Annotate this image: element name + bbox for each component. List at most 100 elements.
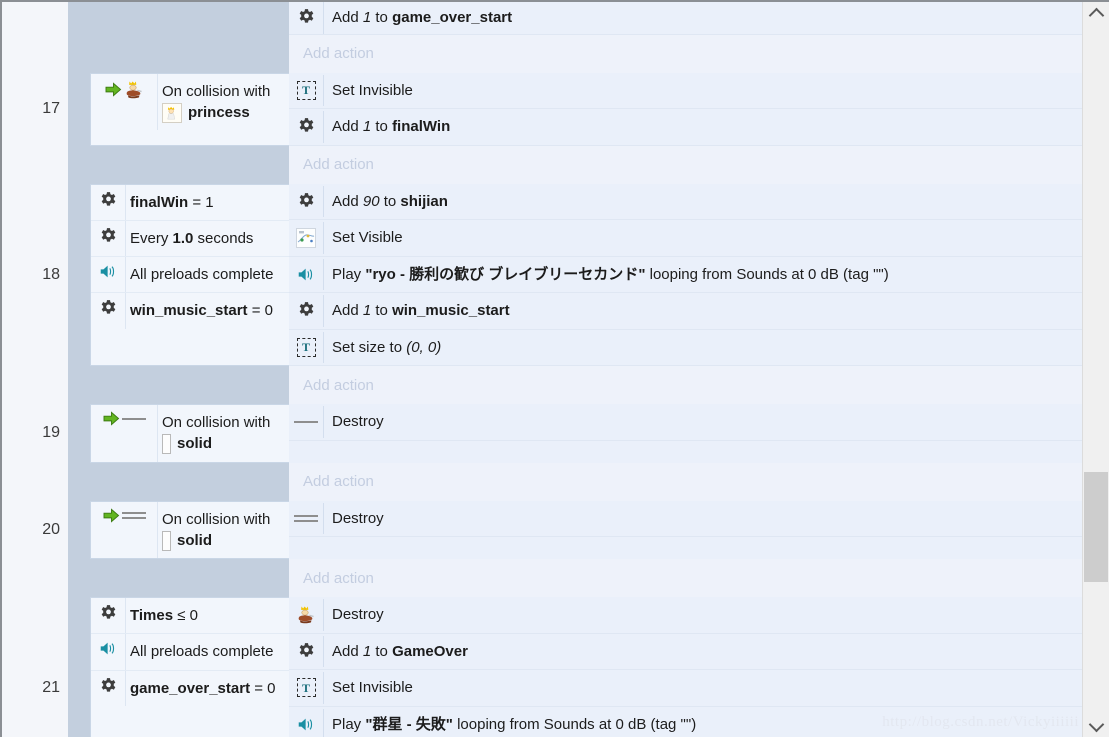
condition-icon-cell: [91, 74, 157, 100]
action-icon-cell: T: [289, 337, 323, 357]
action-label: Destroy: [323, 406, 1083, 438]
action-icon-cell: [289, 605, 323, 625]
arrow-icon: [103, 411, 119, 426]
condition-label: On collision with princess: [157, 73, 289, 131]
event-band: [68, 72, 90, 146]
condition-row[interactable]: On collision with solid: [91, 501, 289, 559]
event-sheet-window: Add 1 to game_over_start Add action 17 On c…: [0, 0, 1109, 737]
add-action-placeholder[interactable]: Add action: [289, 34, 1083, 73]
condition-icon-cell: [91, 405, 157, 426]
action-row[interactable]: Destroy: [289, 500, 1083, 538]
action-text: Add 1 to win_music_start: [332, 302, 510, 319]
condition-row[interactable]: win_music_start = 0: [91, 293, 289, 329]
condition-label: finalWin = 1: [125, 184, 289, 220]
gear-icon: [299, 118, 313, 132]
action-icon-cell: [289, 716, 323, 733]
condition-icon-pair: [105, 80, 144, 100]
event-block[interactable]: 17 On collision with princess T Set Invisibl…: [2, 72, 1083, 146]
arrow-icon: [103, 507, 119, 523]
scroll-up-arrow-icon[interactable]: [1083, 2, 1109, 24]
event-block[interactable]: 19 On collision with solid Destroy: [2, 404, 1083, 463]
event-number-gutter: 20: [2, 500, 68, 560]
condition-row[interactable]: Times ≤ 0: [91, 598, 289, 635]
action-row[interactable]: Destroy: [289, 404, 1083, 441]
add-action-placeholder[interactable]: Add action: [289, 366, 1083, 404]
gear-icon: [299, 302, 313, 316]
add-action-row[interactable]: Add action: [2, 366, 1083, 404]
action-row[interactable]: Add 1 to finalWin: [289, 109, 1083, 146]
condition-row[interactable]: All preloads complete: [91, 257, 289, 294]
variable-name: shijian: [400, 192, 448, 210]
action-text: Add 1 to game_over_start: [332, 9, 513, 26]
action-label: Set Invisible: [323, 672, 1083, 704]
action-text: Set Visible: [332, 229, 403, 246]
event-block[interactable]: 18 finalWin = 1 Every 1.0 seconds All prelo…: [2, 183, 1083, 366]
add-action-row[interactable]: Add action: [2, 462, 1083, 501]
action-icon-cell: [289, 8, 323, 27]
condition-label: On collision with solid: [157, 405, 289, 462]
event-block[interactable]: 20 On collision with solid Destroy: [2, 500, 1083, 560]
condition-param-name: princess: [188, 103, 250, 121]
action-row[interactable]: T Set Invisible: [289, 670, 1083, 707]
event-body: finalWin = 1 Every 1.0 seconds All preload…: [90, 183, 1083, 366]
action-row[interactable]: Add 1 to GameOver: [289, 633, 1083, 671]
action-label: Destroy: [323, 599, 1083, 631]
event-number: 19: [42, 424, 60, 442]
condition-label: All preloads complete: [125, 634, 289, 670]
action-row[interactable]: Add 1 to game_over_start: [289, 2, 1083, 35]
action-row[interactable]: T Set size to (0, 0): [289, 329, 1083, 366]
add-action-row[interactable]: Add action: [2, 559, 1083, 598]
action-label: Play "ryo - 勝利の歓び ブレイブリーセカンド" looping fr…: [323, 258, 1083, 290]
action-label: Set Invisible: [323, 74, 1083, 106]
action-value: 1: [362, 9, 372, 26]
event-number-gutter: 21: [2, 597, 68, 737]
condition-row[interactable]: All preloads complete: [91, 634, 289, 671]
event-block-partial[interactable]: Add 1 to game_over_start: [2, 2, 1083, 35]
line-single-icon: [121, 414, 146, 424]
add-action-placeholder[interactable]: Add action: [289, 559, 1083, 598]
event-band: [68, 462, 289, 501]
action-label: Add 1 to finalWin: [323, 111, 1083, 143]
action-row[interactable]: Play "ryo - 勝利の歓び ブレイブリーセカンド" looping fr…: [289, 256, 1083, 293]
add-action-placeholder[interactable]: Add action: [289, 145, 1083, 184]
condition-variable: finalWin: [130, 193, 189, 211]
action-row[interactable]: Set Visible: [289, 220, 1083, 257]
action-label: Destroy: [323, 502, 1083, 535]
add-action-row[interactable]: Add action: [2, 145, 1083, 184]
event-band: [68, 2, 289, 35]
action-text: Add 90 to shijian: [332, 192, 448, 210]
gear-icon: [101, 191, 115, 206]
condition-row[interactable]: Every 1.0 seconds: [91, 220, 289, 258]
condition-column: Times ≤ 0 All preloads complete game_over_…: [90, 597, 289, 737]
scrollbar-thumb[interactable]: [1084, 472, 1108, 582]
add-action-row[interactable]: Add action: [2, 34, 1083, 73]
condition-row[interactable]: finalWin = 1: [91, 184, 289, 221]
event-band: [68, 597, 90, 737]
condition-icon-cell: [91, 598, 125, 623]
event-block[interactable]: 21 Times ≤ 0 All preloads complete game_ove…: [2, 597, 1083, 737]
add-action-placeholder[interactable]: Add action: [289, 462, 1083, 501]
action-row[interactable]: Destroy: [289, 597, 1083, 634]
condition-param-name: solid: [177, 531, 213, 549]
condition-row[interactable]: On collision with solid: [91, 405, 289, 462]
action-column: Destroy Add 1 to GameOver T Set Invisible Pl…: [289, 597, 1083, 737]
vertical-scrollbar[interactable]: [1082, 2, 1109, 737]
condition-label: On collision with solid: [157, 501, 289, 559]
condition-row[interactable]: On collision with princess: [91, 73, 289, 131]
action-value: 1: [362, 642, 372, 660]
action-row[interactable]: Play "群星 - 失敗" looping from Sounds at 0 …: [289, 706, 1083, 737]
condition-row[interactable]: game_over_start = 0: [91, 670, 289, 707]
action-icon-cell: [289, 513, 323, 523]
event-band: [68, 183, 90, 366]
action-row[interactable]: Add 90 to shijian: [289, 183, 1083, 220]
condition-label: win_music_start = 0: [125, 293, 289, 329]
scroll-down-arrow-icon[interactable]: [1083, 715, 1109, 737]
condition-label: Times ≤ 0: [125, 598, 289, 634]
gutter: [2, 366, 68, 404]
action-row[interactable]: Add 1 to win_music_start: [289, 293, 1083, 330]
condition-column: On collision with solid: [90, 500, 289, 560]
text-object-icon: T: [296, 678, 316, 698]
event-sheet-scroll-area[interactable]: Add 1 to game_over_start Add action 17 On c…: [2, 2, 1083, 737]
action-label: Set size to (0, 0): [323, 331, 1083, 363]
action-row[interactable]: T Set Invisible: [289, 72, 1083, 109]
